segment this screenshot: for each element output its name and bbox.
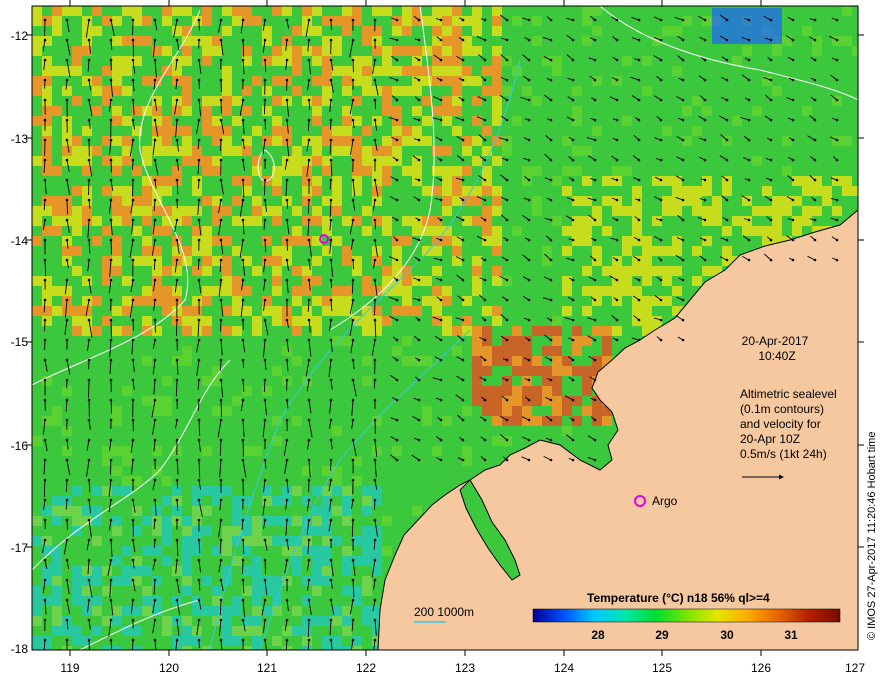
x-tick-label: 127 bbox=[845, 661, 865, 675]
plot-area bbox=[32, 6, 858, 650]
y-tick-label: -12 bbox=[11, 29, 29, 43]
y-axis-labels: -12 -13 -14 -15 -16 -17 -18 bbox=[11, 29, 29, 656]
colorbar-tick: 30 bbox=[720, 628, 734, 642]
y-tick-label: -15 bbox=[11, 335, 29, 349]
x-tick-label: 120 bbox=[159, 661, 179, 675]
x-tick-label: 119 bbox=[60, 661, 79, 675]
x-tick-label: 121 bbox=[257, 661, 277, 675]
x-tick-label: 122 bbox=[356, 661, 376, 675]
y-tick-label: -13 bbox=[11, 132, 29, 146]
description-line: (0.1m contours) bbox=[740, 402, 824, 416]
argo-label: Argo bbox=[652, 494, 678, 508]
x-tick-label: 124 bbox=[554, 661, 574, 675]
x-axis-labels: 119 120 121 122 123 124 125 126 127 bbox=[60, 661, 865, 675]
sst-map: 119 120 121 122 123 124 125 126 127 -12 … bbox=[11, 0, 865, 675]
map-time: 10:40Z bbox=[758, 349, 795, 363]
colorbar-tick: 29 bbox=[655, 628, 669, 642]
description-line: 0.5m/s (1kt 24h) bbox=[740, 447, 827, 461]
x-tick-label: 123 bbox=[455, 661, 475, 675]
y-tick-label: -16 bbox=[11, 439, 29, 453]
imos-credit: © IMOS 27-Apr-2017 11:20:46 Hobart time bbox=[866, 431, 878, 640]
description-line: Altimetric sealevel bbox=[740, 387, 837, 401]
y-tick-label: -17 bbox=[11, 541, 29, 555]
y-tick-label: -14 bbox=[11, 234, 29, 248]
colorbar-title: Temperature (°C) n18 56% ql>=4 bbox=[587, 591, 770, 605]
colorbar-tick: 28 bbox=[591, 628, 605, 642]
map-date: 20-Apr-2017 bbox=[742, 334, 809, 348]
colorbar-ramp bbox=[532, 608, 841, 623]
depth-legend-label: 200 1000m bbox=[414, 605, 474, 619]
description-line: and velocity for bbox=[740, 417, 821, 431]
description-line: 20-Apr 10Z bbox=[740, 432, 800, 446]
y-tick-label: -18 bbox=[11, 642, 29, 656]
x-tick-label: 125 bbox=[652, 661, 672, 675]
colorbar-tick: 31 bbox=[784, 628, 798, 642]
x-tick-label: 126 bbox=[751, 661, 771, 675]
